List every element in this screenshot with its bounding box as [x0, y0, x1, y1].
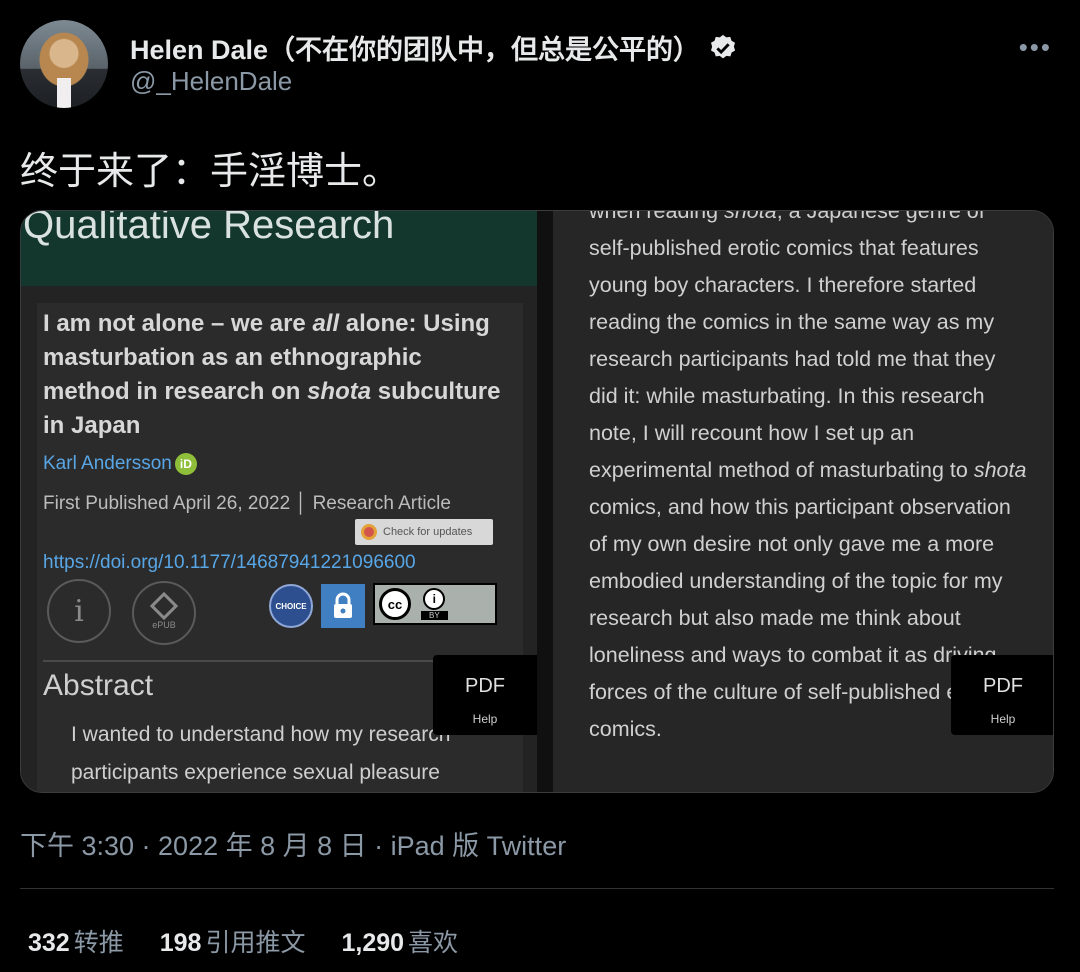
author-name-line: Helen Dale（不在你的团队中，但总是公平的）	[130, 28, 738, 67]
avatar-shirt	[57, 78, 71, 108]
tweet-media[interactable]: Qualitative Research I am not alone – we…	[20, 210, 1054, 793]
more-horizontal-icon[interactable]: •••	[1019, 32, 1052, 63]
quotes-label: 引用推文	[205, 929, 306, 957]
article-title-italic: shota	[307, 378, 372, 405]
check-updates-badge: Check for updates	[355, 519, 493, 545]
retweets-count: 332	[28, 929, 70, 957]
open-access-lock-icon	[321, 584, 365, 628]
text-part: when reading	[589, 211, 725, 223]
choice-label: CHOICE	[275, 601, 307, 611]
choice-badge-icon: CHOICE	[269, 584, 313, 628]
media-divider	[537, 211, 553, 792]
likes-label: 喜欢	[408, 929, 459, 957]
text-italic: shota	[724, 211, 777, 223]
text-part: , a Japanese genre of self-published ero…	[589, 211, 996, 482]
tweet-stats: 332 转推 198 引用推文 1,290 喜欢	[28, 923, 458, 959]
media-image-left[interactable]: Qualitative Research I am not alone – we…	[21, 211, 537, 792]
cc-by-license-icon: cc i BY	[373, 583, 497, 625]
likes-count: 1,290	[341, 929, 405, 957]
quotes-count: 198	[159, 929, 202, 957]
attribution-person-icon: i	[423, 588, 446, 610]
epub-label: ePUB	[152, 620, 176, 630]
help-label: Help	[472, 712, 498, 726]
publication-line: First Published April 26, 2022 │ Researc…	[43, 493, 451, 514]
orcid-icon: iD	[174, 453, 197, 475]
check-updates-label: Check for updates	[383, 526, 473, 538]
text-part: comics, and how this participant observa…	[589, 495, 1011, 741]
journal-title: Qualitative Research	[23, 211, 395, 247]
likes-stat[interactable]: 1,290 喜欢	[341, 923, 458, 959]
retweets-stat[interactable]: 332 转推	[28, 923, 124, 959]
help-label: Help	[990, 712, 1016, 726]
avatar[interactable]	[20, 20, 108, 108]
quotes-stat[interactable]: 198 引用推文	[160, 923, 306, 959]
article-author-name: Karl Andersson	[43, 453, 172, 474]
epub-icon: ePUB	[132, 581, 196, 645]
article-author: Karl Andersson iD	[43, 453, 197, 475]
pdf-label: PDF	[465, 675, 505, 697]
lock-icon	[334, 592, 352, 618]
author-handle[interactable]: @_HelenDale	[130, 66, 292, 97]
pdf-label: PDF	[983, 675, 1023, 697]
verified-badge-icon	[711, 34, 736, 58]
retweets-label: 转推	[73, 929, 124, 957]
cc-icon: cc	[379, 588, 411, 620]
abstract-heading: Abstract	[43, 669, 154, 702]
by-attribution: i BY	[421, 588, 448, 620]
info-icon: i	[47, 579, 111, 643]
article-title: I am not alone – we are all alone: Using…	[43, 307, 513, 443]
journal-banner: Qualitative Research	[21, 211, 537, 286]
text-italic: shota	[973, 458, 1027, 482]
divider	[20, 888, 1054, 889]
pdf-help-badge: PDF Help	[433, 655, 537, 735]
tweet-timestamp[interactable]: 下午 3:30 · 2022 年 8 月 8 日 · iPad 版 Twitte…	[20, 824, 566, 863]
pdf-help-badge-right: PDF Help	[951, 655, 1053, 735]
author-display-name[interactable]: Helen Dale（不在你的团队中，但总是公平的）	[130, 28, 700, 67]
epub-diamond	[149, 591, 179, 621]
check-updates-icon	[361, 524, 377, 540]
article-title-part: I am not alone – we are	[43, 310, 313, 337]
tweet-text: 终于来了：手淫博士。	[20, 151, 401, 193]
by-label: BY	[421, 611, 448, 620]
article-title-italic: all	[312, 310, 340, 337]
info-glyph: i	[74, 593, 84, 629]
doi-link: https://doi.org/10.1177/1468794122109660…	[43, 552, 416, 573]
